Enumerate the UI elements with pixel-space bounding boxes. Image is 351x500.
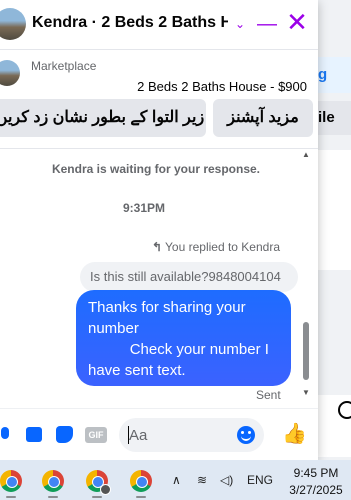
app-running-indicator [6, 496, 16, 498]
reply-label: You replied to Kendra [165, 240, 280, 254]
reply-arrow-icon: ↰ [151, 240, 163, 254]
background-page: g ile [318, 0, 351, 460]
chrome-app-icon[interactable] [130, 470, 152, 492]
quoted-message[interactable]: Is this still available?9848004104 [80, 262, 298, 292]
app-running-indicator [92, 496, 102, 498]
marketplace-context[interactable]: Marketplace 2 Beds 2 Baths House - $900 [0, 51, 318, 97]
marketplace-label: Marketplace [31, 59, 97, 73]
minimize-icon[interactable]: — [256, 12, 278, 36]
message-status: Sent [256, 388, 281, 402]
scroll-down-icon[interactable]: ▼ [302, 388, 310, 397]
scrollbar[interactable]: ▲ ▼ [299, 150, 313, 400]
more-options-button[interactable]: مزید آپشنز [213, 99, 313, 137]
chat-header: Kendra · 2 Beds 2 Baths H... ⌄ — ✕ [0, 0, 318, 50]
language-indicator[interactable]: ENG [247, 473, 273, 487]
background-button[interactable]: ile [318, 101, 351, 135]
tray-chevron-icon[interactable]: ∧ [172, 473, 181, 487]
contact-avatar[interactable] [0, 8, 26, 40]
microphone-icon[interactable] [0, 426, 16, 444]
listing-actions: زیر التوا کے بطور نشان زد کریں مزید آپشن… [0, 99, 318, 141]
clock-date: 3/27/2025 [289, 483, 343, 497]
listing-title: 2 Beds 2 Baths House - $900 [137, 79, 307, 94]
background-card: g [318, 57, 351, 93]
chat-window: Kendra · 2 Beds 2 Baths H... ⌄ — ✕ Marke… [0, 0, 318, 460]
profile-badge [100, 484, 111, 495]
clock[interactable]: 9:45 PM 3/27/2025 [285, 465, 347, 499]
chrome-app-icon[interactable] [86, 470, 111, 495]
message-composer: GIF 👍 [0, 408, 318, 460]
app-running-indicator [136, 496, 146, 498]
chrome-app-icon[interactable] [0, 470, 22, 492]
text-caret [128, 426, 129, 444]
listing-thumbnail [0, 60, 20, 86]
divider [0, 148, 318, 149]
gif-icon[interactable]: GIF [85, 427, 107, 443]
background-panel [318, 150, 351, 270]
chat-title[interactable]: Kendra · 2 Beds 2 Baths H... [32, 14, 228, 32]
sticker-icon[interactable] [56, 426, 74, 444]
photo-icon[interactable] [26, 426, 44, 444]
wifi-icon[interactable]: ≋ [197, 473, 207, 487]
message-timestamp: 9:31PM [122, 201, 166, 215]
message-bubble[interactable]: Thanks for sharing your number Check you… [76, 290, 291, 386]
emoji-icon[interactable] [237, 426, 255, 444]
scrollbar-thumb[interactable] [303, 322, 309, 380]
chevron-down-icon[interactable]: ⌄ [232, 12, 248, 36]
chrome-app-icon[interactable] [42, 470, 64, 492]
close-icon[interactable]: ✕ [286, 9, 308, 35]
app-running-indicator [48, 496, 58, 498]
waiting-notice: Kendra is waiting for your response. [51, 162, 261, 176]
like-icon[interactable]: 👍 [282, 423, 307, 445]
clock-time: 9:45 PM [293, 466, 339, 480]
taskbar: ∧ ≋ ◁) ENG 9:45 PM 3/27/2025 [0, 460, 351, 500]
reply-indicator: ↰ You replied to Kendra [152, 240, 280, 254]
background-chat-icon[interactable] [338, 401, 351, 419]
mark-pending-button[interactable]: زیر التوا کے بطور نشان زد کریں [0, 99, 206, 137]
volume-icon[interactable]: ◁) [220, 473, 233, 487]
scroll-up-icon[interactable]: ▲ [302, 150, 310, 159]
